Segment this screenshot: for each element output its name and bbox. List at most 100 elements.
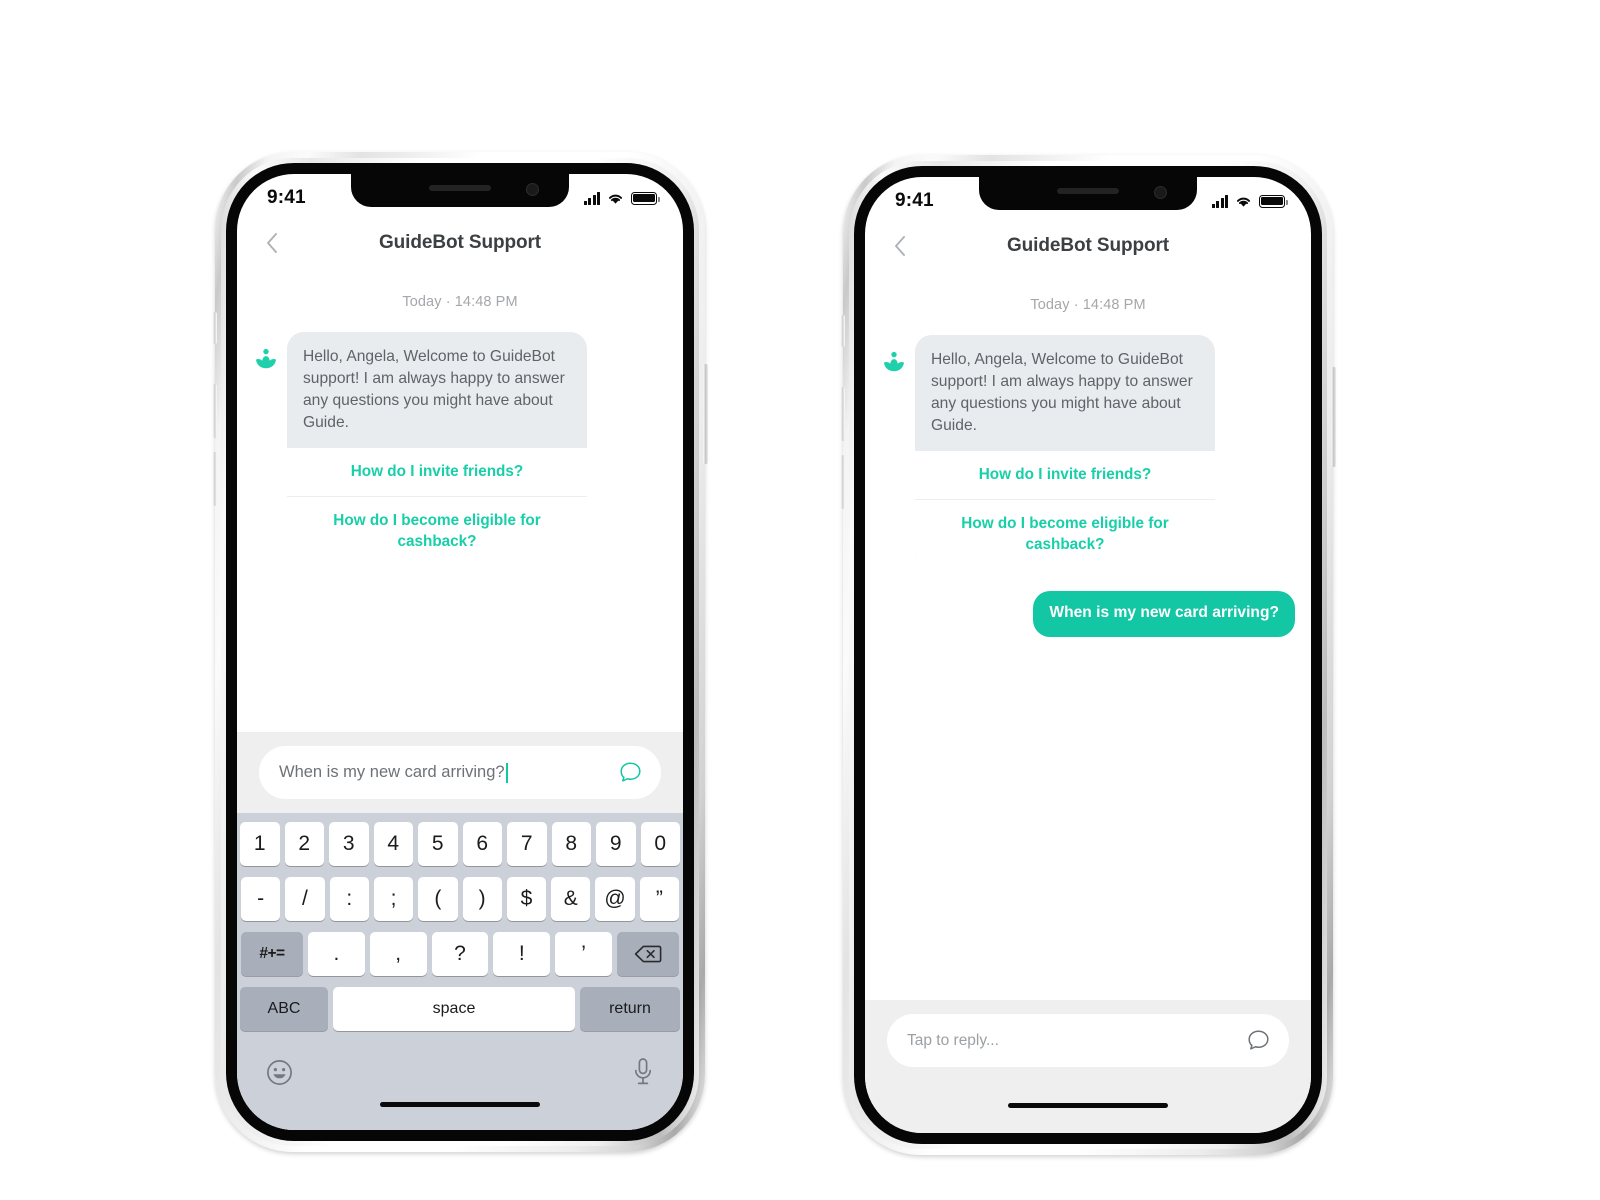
chat-bubble-send-icon	[1248, 1030, 1269, 1050]
key-backspace[interactable]	[616, 932, 679, 976]
phone-notch	[351, 174, 569, 207]
silent-switch-button[interactable]	[213, 312, 217, 344]
quick-reply-list: How do I invite friends? How do I become…	[915, 450, 1215, 570]
front-camera-icon	[1154, 186, 1167, 199]
message-input-bar: Tap to reply...	[865, 1000, 1311, 1081]
wifi-icon	[1236, 197, 1251, 207]
power-button[interactable]	[703, 364, 708, 464]
key-abc[interactable]: ABC	[240, 987, 328, 1031]
power-button[interactable]	[1331, 367, 1336, 467]
front-camera-icon	[526, 183, 539, 196]
key-6[interactable]: 6	[462, 822, 502, 866]
quick-reply-invite-friends[interactable]: How do I invite friends?	[915, 451, 1215, 500]
key-paren-close[interactable]: )	[462, 877, 502, 921]
key-dollar[interactable]: $	[506, 877, 547, 921]
bot-message-card: Hello, Angela, Welcome to GuideBot suppo…	[915, 335, 1215, 570]
message-input-bar: When is my new card arriving?	[237, 732, 683, 813]
backspace-icon	[634, 945, 662, 963]
text-cursor	[505, 762, 508, 783]
key-return[interactable]: return	[580, 987, 680, 1031]
keyboard-row-numbers: 1 2 3 4 5 6 7 8 9 0	[240, 822, 680, 866]
quick-reply-list: How do I invite friends? How do I become…	[287, 447, 587, 567]
quick-reply-invite-friends[interactable]: How do I invite friends?	[287, 448, 587, 497]
conversation-timestamp: Today · 14:48 PM	[402, 294, 518, 310]
conversation-timestamp: Today · 14:48 PM	[1030, 297, 1146, 313]
key-1[interactable]: 1	[240, 822, 280, 866]
message-input-value: When is my new card arriving?	[279, 763, 505, 781]
key-exclamation[interactable]: !	[493, 932, 551, 976]
key-colon[interactable]: :	[329, 877, 369, 921]
phone-screen-composing: 9:41 GuideBot Support Today · 14:48 PM H…	[237, 174, 683, 1130]
key-3[interactable]: 3	[329, 822, 369, 866]
page-title: GuideBot Support	[1007, 235, 1169, 256]
key-4[interactable]: 4	[373, 822, 413, 866]
key-slash[interactable]: /	[285, 877, 325, 921]
volume-up-button[interactable]	[841, 387, 845, 441]
message-input-pill[interactable]: When is my new card arriving?	[259, 746, 661, 799]
key-hyphen[interactable]: -	[241, 877, 281, 921]
microphone-icon[interactable]	[632, 1057, 654, 1087]
volume-down-button[interactable]	[841, 455, 845, 509]
key-comma[interactable]: ,	[369, 932, 427, 976]
key-8[interactable]: 8	[551, 822, 591, 866]
quick-reply-cashback-eligibility[interactable]: How do I become eligible for cashback?	[287, 496, 587, 566]
earpiece-speaker	[429, 185, 491, 191]
nav-header: GuideBot Support	[865, 219, 1311, 273]
phone-mockup-composing: 9:41 GuideBot Support Today · 14:48 PM H…	[213, 152, 708, 1152]
quick-reply-cashback-eligibility[interactable]: How do I become eligible for cashback?	[915, 499, 1215, 569]
phone-screen-sent: 9:41 GuideBot Support Today · 14:48 PM H…	[865, 177, 1311, 1133]
earpiece-speaker	[1057, 188, 1119, 194]
battery-icon	[631, 191, 660, 205]
keyboard-row-symbols: - / : ; ( ) $ & @ ”	[240, 877, 680, 921]
key-period[interactable]: .	[308, 932, 365, 976]
message-input-field[interactable]: Tap to reply...	[907, 1032, 1246, 1050]
keyboard-accessory-row	[240, 1042, 680, 1102]
message-input-pill[interactable]: Tap to reply...	[887, 1014, 1289, 1067]
volume-up-button[interactable]	[213, 384, 217, 438]
silent-switch-button[interactable]	[841, 315, 845, 347]
send-button[interactable]	[1246, 1028, 1271, 1053]
user-message-bubble: When is my new card arriving?	[1033, 591, 1295, 638]
key-space[interactable]: space	[333, 987, 575, 1031]
wifi-icon	[608, 194, 623, 204]
key-2[interactable]: 2	[284, 822, 324, 866]
status-bar-time: 9:41	[267, 187, 306, 208]
volume-down-button[interactable]	[213, 452, 217, 506]
home-indicator[interactable]	[1008, 1103, 1168, 1108]
home-indicator-area	[865, 1081, 1311, 1133]
key-paren-open[interactable]: (	[418, 877, 458, 921]
phone-mockup-sent: 9:41 GuideBot Support Today · 14:48 PM H…	[841, 155, 1336, 1155]
bot-message-row: Hello, Angela, Welcome to GuideBot suppo…	[865, 335, 1311, 570]
send-button[interactable]	[618, 760, 643, 785]
page-title: GuideBot Support	[379, 232, 541, 253]
keyboard-row-punctuation: #+= . , ? ! ’	[240, 932, 680, 976]
chat-empty-space	[237, 566, 683, 732]
keyboard-row-bottom: ABC space return	[240, 987, 680, 1031]
user-message-row: When is my new card arriving?	[865, 591, 1311, 638]
conversation-thread: Today · 14:48 PM Hello, Angela, Welcome …	[237, 270, 683, 732]
key-symbols-toggle[interactable]: #+=	[241, 932, 303, 976]
nav-header: GuideBot Support	[237, 216, 683, 270]
emoji-smiley-icon[interactable]	[266, 1059, 293, 1086]
battery-icon	[1259, 194, 1288, 208]
key-5[interactable]: 5	[418, 822, 458, 866]
home-indicator[interactable]	[380, 1102, 540, 1107]
key-ampersand[interactable]: &	[551, 877, 591, 921]
on-screen-keyboard[interactable]: 1 2 3 4 5 6 7 8 9 0 - / : ; ( ) $ & @ ” …	[237, 813, 683, 1130]
key-at[interactable]: @	[595, 877, 635, 921]
key-quote-double[interactable]: ”	[639, 877, 679, 921]
key-semicolon[interactable]: ;	[373, 877, 414, 921]
bot-message-text: Hello, Angela, Welcome to GuideBot suppo…	[287, 332, 587, 448]
key-question[interactable]: ?	[431, 932, 489, 976]
chat-bubble-send-icon	[620, 762, 641, 782]
guidebot-lotus-avatar-icon	[884, 351, 904, 372]
key-9[interactable]: 9	[596, 822, 636, 866]
message-input-field[interactable]: When is my new card arriving?	[279, 762, 618, 783]
key-0[interactable]: 0	[640, 822, 680, 866]
key-7[interactable]: 7	[507, 822, 547, 866]
bot-message-card: Hello, Angela, Welcome to GuideBot suppo…	[287, 332, 587, 567]
cellular-signal-icon	[583, 191, 600, 205]
key-apostrophe[interactable]: ’	[555, 932, 612, 976]
bot-message-row: Hello, Angela, Welcome to GuideBot suppo…	[237, 332, 683, 567]
phone-notch	[979, 177, 1197, 210]
